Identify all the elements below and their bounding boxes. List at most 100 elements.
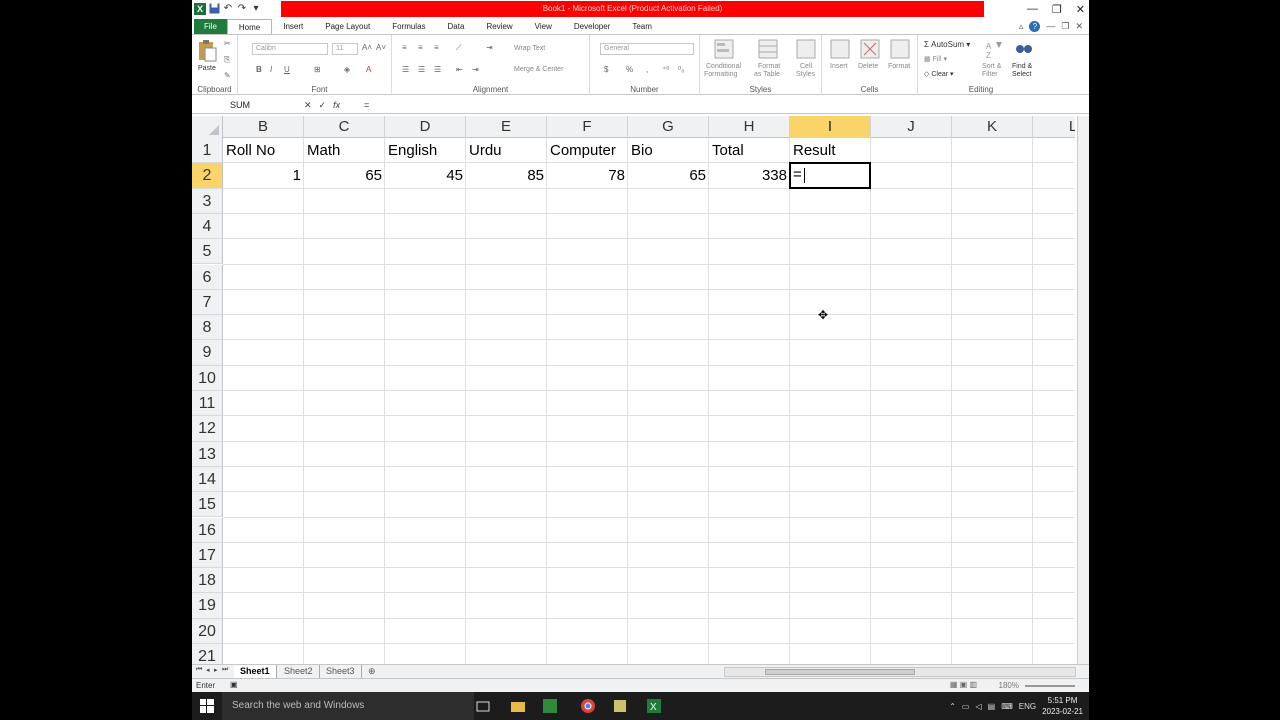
insert-cells-icon[interactable] (830, 39, 852, 61)
clear-button[interactable]: ◇ Clear ▾ (924, 70, 954, 78)
excel-taskbar-icon[interactable]: X (646, 698, 662, 714)
restore-button[interactable]: ❐ (1052, 3, 1062, 16)
tray-chevron-icon[interactable]: ⌃ (949, 702, 956, 711)
row-header[interactable]: 20 (192, 618, 223, 644)
row-header[interactable]: 11 (192, 391, 223, 417)
zoom-slider[interactable] (1025, 685, 1075, 687)
column-header[interactable]: C (304, 116, 385, 138)
app-icon[interactable] (542, 698, 558, 714)
increase-indent-icon[interactable]: ⇥ (472, 65, 479, 74)
tab-formulas[interactable]: Formulas (381, 19, 436, 34)
column-header[interactable]: F (547, 116, 628, 138)
indent-icon[interactable]: ⇥ (486, 43, 493, 52)
sheet-tab-sheet3[interactable]: Sheet3 (320, 665, 362, 678)
file-explorer-icon[interactable] (510, 698, 526, 714)
comma-icon[interactable]: , (646, 65, 648, 74)
value-cell[interactable]: 1 (223, 163, 304, 188)
spreadsheet-grid[interactable]: BCDEFGHIJKL 1 2 3 4 5 6 7 8 9 10 11 12 13 14 15 16 17 18 1… (192, 116, 1075, 664)
undo-icon[interactable]: ↶ (222, 3, 234, 15)
column-header[interactable]: E (466, 116, 547, 138)
horizontal-scrollbar[interactable] (724, 667, 1076, 677)
row-header[interactable]: 7 (192, 289, 223, 316)
vertical-scrollbar[interactable] (1077, 116, 1089, 664)
increase-decimal-icon[interactable]: ⁺⁰ (662, 65, 669, 74)
value-cell[interactable]: 85 (466, 163, 547, 188)
task-view-icon[interactable] (475, 698, 491, 714)
delete-cells-icon[interactable] (860, 39, 882, 61)
column-header[interactable]: L (1033, 116, 1075, 138)
windows-start-icon[interactable] (200, 699, 214, 713)
customize-qat-icon[interactable]: ▾ (250, 3, 262, 15)
first-sheet-icon[interactable]: ⏮ (196, 666, 202, 674)
help-icon[interactable]: ? (1029, 20, 1041, 32)
network-icon[interactable]: ▭ (962, 702, 970, 711)
decrease-indent-icon[interactable]: ⇤ (456, 65, 463, 74)
row-header[interactable]: 1 (192, 138, 223, 164)
minimize-ribbon-icon[interactable]: ▵ (1019, 21, 1024, 32)
shrink-font-icon[interactable]: A˅ (376, 43, 386, 52)
chrome-icon[interactable] (580, 698, 596, 714)
number-format-combo[interactable]: General (600, 43, 694, 55)
row-header[interactable]: 10 (192, 365, 223, 391)
notes-icon[interactable] (612, 698, 628, 714)
value-cell[interactable]: 65 (628, 163, 709, 188)
row-header[interactable]: 15 (192, 492, 223, 518)
column-header[interactable]: J (871, 116, 952, 138)
tab-developer[interactable]: Developer (563, 19, 621, 34)
row-header[interactable]: 8 (192, 315, 223, 341)
align-right-icon[interactable]: ☰ (434, 65, 441, 74)
paste-icon[interactable] (197, 39, 219, 62)
row-header[interactable]: 3 (192, 188, 223, 214)
bold-icon[interactable]: B (256, 65, 262, 74)
notification-icon[interactable]: ▤ (988, 702, 996, 711)
zoom-level[interactable]: 180% (999, 681, 1019, 690)
tab-team[interactable]: Team (621, 19, 663, 34)
value-cell[interactable]: 45 (385, 163, 466, 188)
underline-icon[interactable]: U (284, 65, 290, 74)
redo-icon[interactable]: ↷ (236, 3, 248, 15)
horizontal-scroll-thumb[interactable] (765, 669, 915, 675)
volume-icon[interactable]: ◁ (975, 702, 981, 711)
macro-record-icon[interactable]: ▣ (230, 680, 238, 689)
name-box[interactable]: SUM (194, 98, 300, 112)
percent-icon[interactable]: % (626, 65, 633, 74)
row-header[interactable]: 16 (192, 517, 223, 543)
merge-center-button[interactable]: Merge & Center (514, 66, 563, 73)
view-buttons[interactable]: ▦ ▣ ▥ (950, 680, 977, 689)
row-header[interactable]: 5 (192, 239, 223, 265)
fill-color-icon[interactable]: ◈ (344, 65, 350, 74)
last-sheet-icon[interactable]: ⏭ (222, 666, 228, 674)
column-header[interactable]: B (223, 116, 304, 138)
insert-function-icon[interactable]: fx (333, 100, 340, 110)
cell-styles-icon[interactable] (796, 39, 818, 61)
currency-icon[interactable]: $ (604, 65, 608, 74)
insert-sheet-icon[interactable]: ⊕ (362, 665, 382, 678)
align-center-icon[interactable]: ☰ (418, 65, 425, 74)
sort-filter-icon[interactable]: AZ (984, 39, 1006, 61)
value-cell[interactable]: 338 (709, 163, 790, 188)
find-select-icon[interactable] (1014, 39, 1036, 61)
row-header[interactable]: 14 (192, 466, 223, 493)
row-header[interactable]: 17 (192, 542, 223, 569)
column-header[interactable]: K (952, 116, 1033, 138)
orientation-icon[interactable]: ⟋ (456, 43, 462, 53)
align-left-icon[interactable]: ☰ (402, 65, 409, 74)
tab-page-layout[interactable]: Page Layout (314, 19, 381, 34)
wrap-text-button[interactable]: Wrap Text (514, 45, 545, 52)
value-cell[interactable]: 65 (304, 163, 385, 188)
align-middle-icon[interactable]: ≡ (418, 43, 423, 52)
row-header[interactable]: 12 (192, 416, 223, 442)
tab-home[interactable]: Home (226, 19, 273, 34)
align-top-icon[interactable]: ≡ (402, 43, 407, 52)
grow-font-icon[interactable]: A˄ (362, 43, 372, 52)
clock[interactable]: 5:51 PM 2023-02-21 (1042, 695, 1083, 717)
active-cell[interactable]: = (789, 162, 871, 189)
tab-data[interactable]: Data (437, 19, 476, 34)
close-button[interactable]: ✕ (1076, 3, 1085, 16)
keyboard-icon[interactable]: ⌨ (1001, 702, 1013, 711)
conditional-formatting-icon[interactable] (714, 39, 736, 61)
formula-input[interactable]: = (364, 98, 369, 112)
row-header[interactable]: 2 (192, 163, 223, 189)
tab-file[interactable]: File (194, 19, 227, 34)
workbook-minimize-icon[interactable]: — (1046, 21, 1055, 31)
